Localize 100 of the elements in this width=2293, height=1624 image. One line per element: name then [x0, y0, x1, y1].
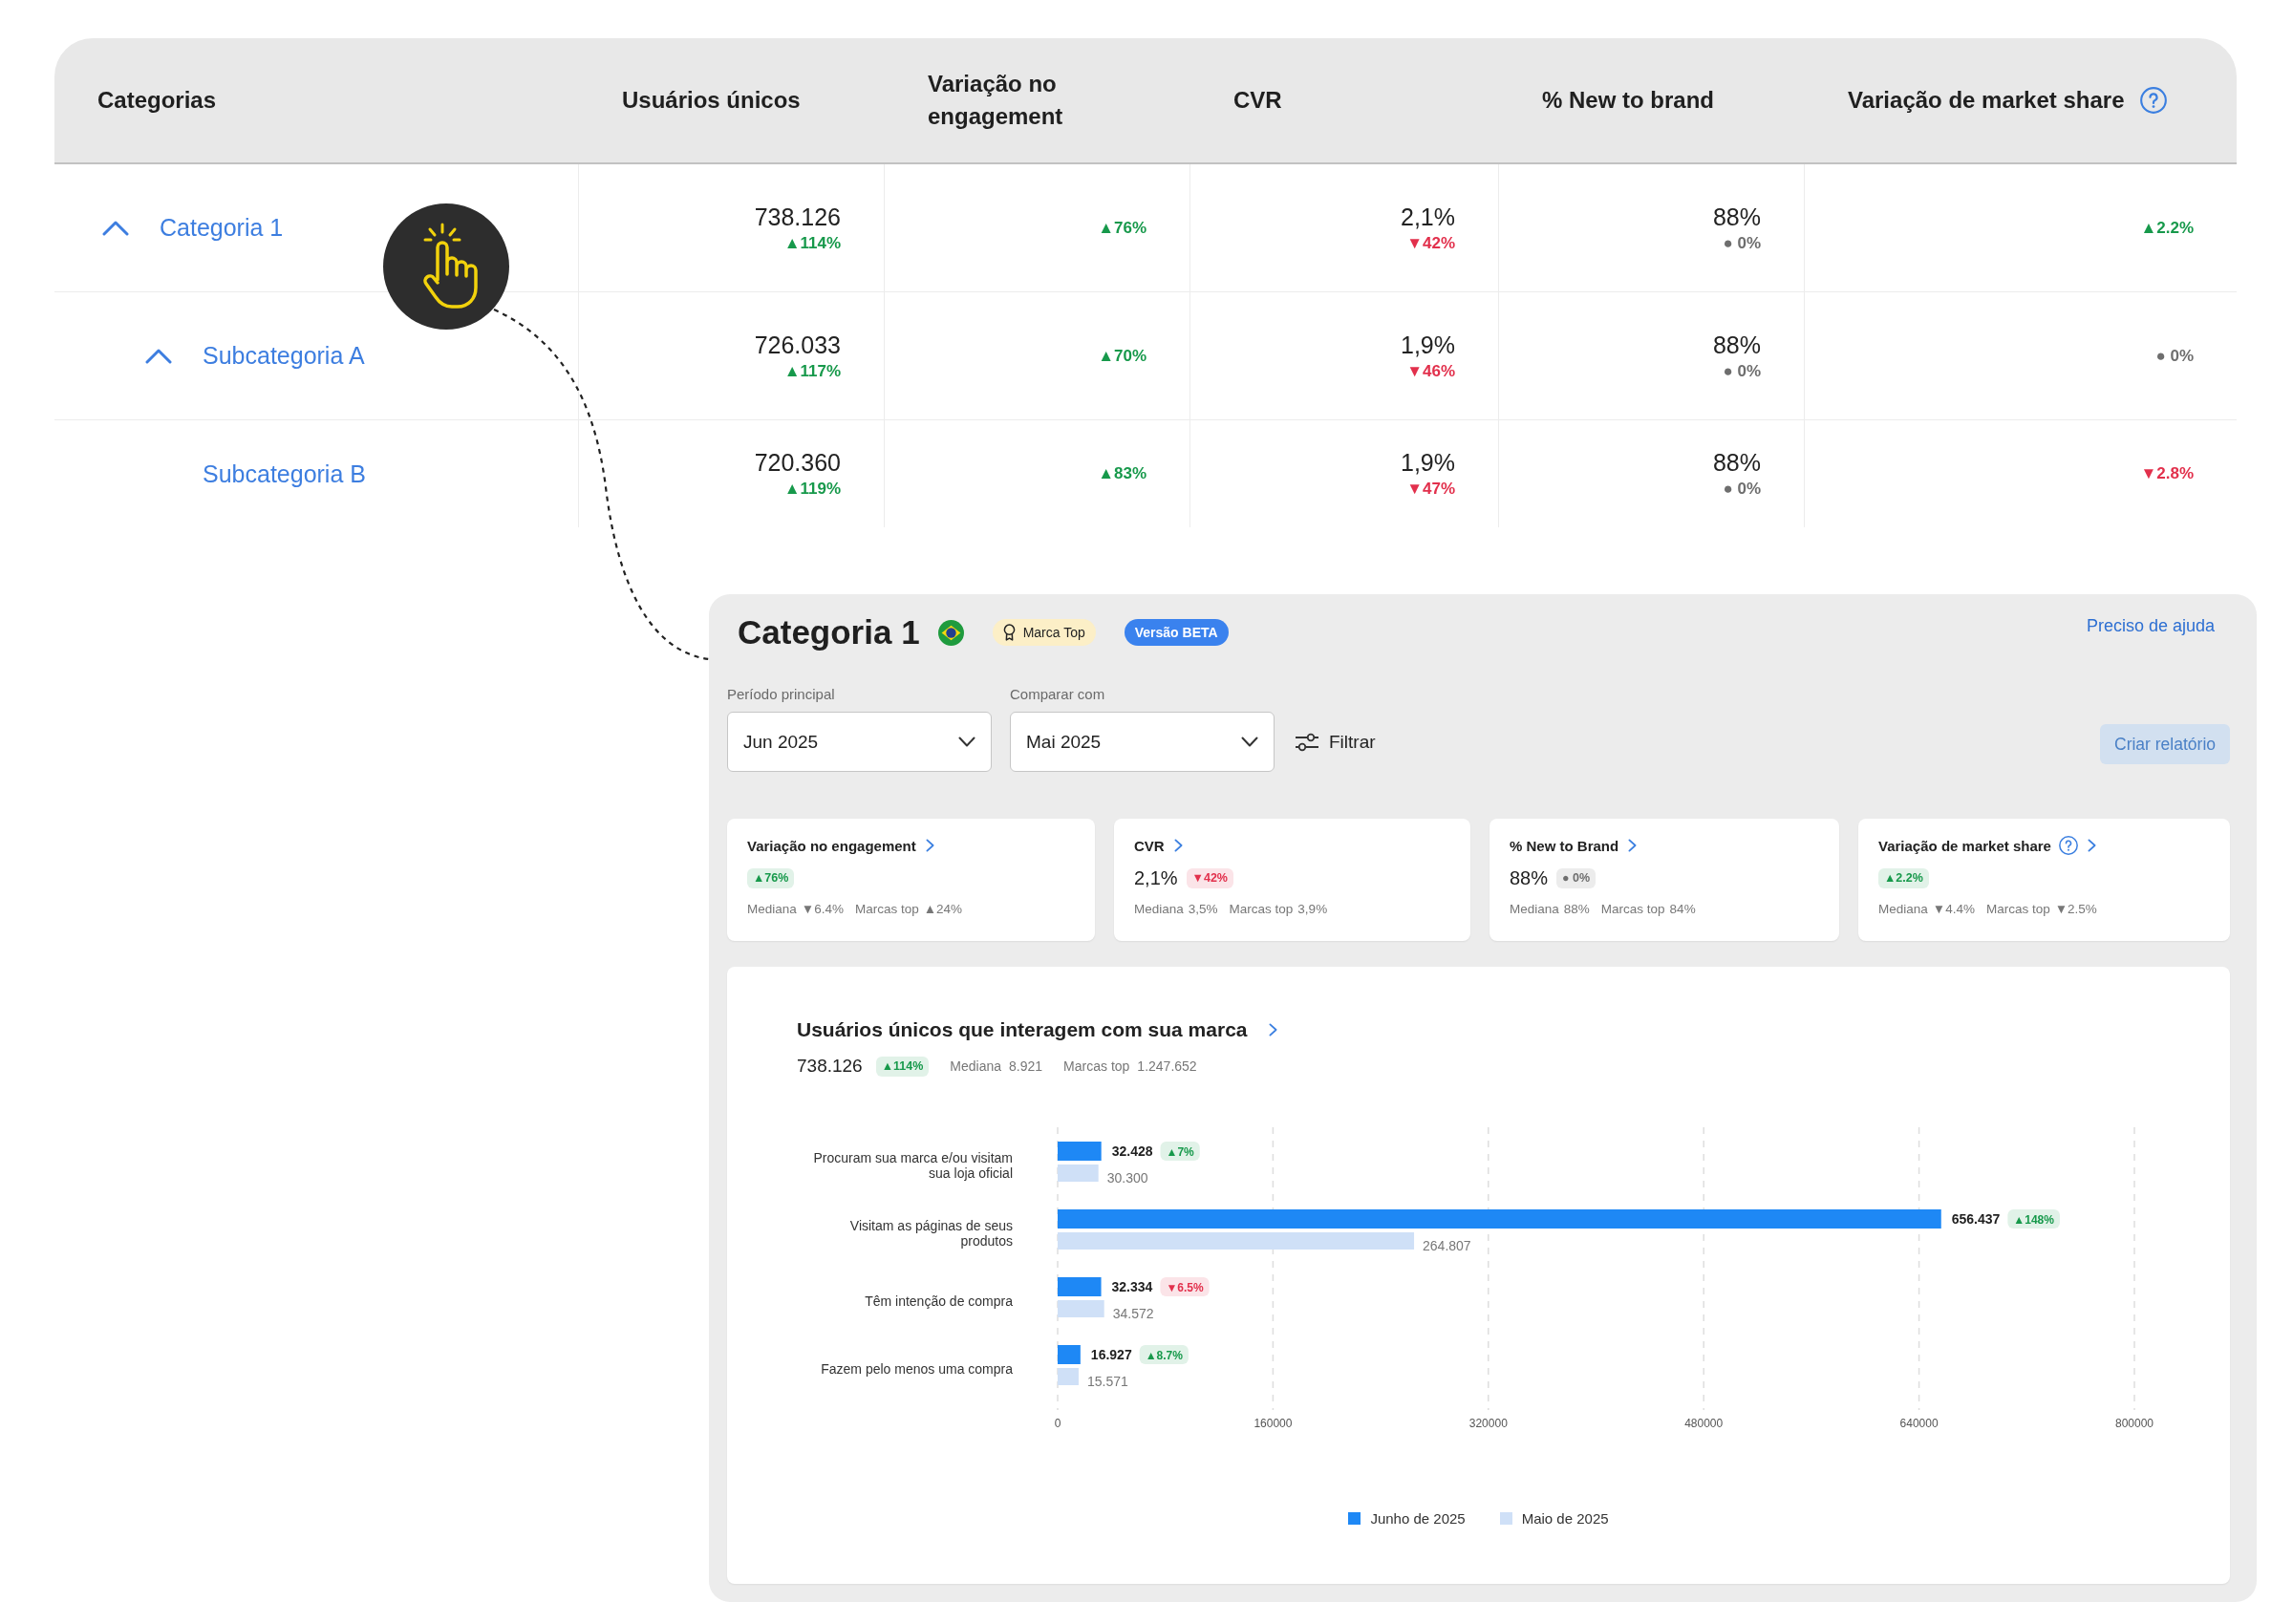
- filter-button[interactable]: Filtrar: [1295, 712, 1376, 772]
- help-icon[interactable]: [2139, 87, 2167, 114]
- flag-icon: [937, 619, 964, 646]
- axis-tick-label: 640000: [1899, 1417, 1939, 1430]
- chart-title: Usuários únicos que interagem com sua marca: [797, 1018, 1248, 1041]
- trend-pill: ▲114%: [875, 1056, 930, 1077]
- chevron-right-icon[interactable]: [1628, 839, 1638, 852]
- category-name[interactable]: Categoria 1: [160, 214, 284, 242]
- metric-value: 88%: [1712, 448, 1761, 478]
- legend-label: Maio de 2025: [1521, 1510, 1609, 1527]
- bar-value-label: 16.927: [1090, 1347, 1132, 1362]
- stat-value: ▼6.4%: [801, 902, 844, 916]
- trend-value: ▲83%: [1098, 463, 1146, 484]
- trend-value: ▲76%: [1098, 217, 1146, 239]
- medal-icon: [1002, 624, 1016, 641]
- pointer-hand-icon: [383, 203, 509, 330]
- summary-value: 738.126: [797, 1056, 863, 1077]
- beta-tag: Versão BETA: [1124, 619, 1229, 646]
- bar-value-label: 15.571: [1086, 1374, 1128, 1389]
- column-header: Variação de market share: [1848, 86, 2125, 116]
- stat-value: 3,9%: [1297, 902, 1328, 916]
- bar-value-label: 34.572: [1112, 1306, 1154, 1321]
- column-header: % New to brand: [1542, 86, 1714, 116]
- category-label: Fazem pelo menos uma compra: [821, 1360, 1013, 1377]
- card-value: 88%: [1510, 866, 1549, 889]
- trend-value: ▼42%: [1406, 232, 1455, 254]
- chevron-down-icon: [1241, 737, 1258, 747]
- create-report-button[interactable]: Criar relatório: [2100, 724, 2230, 764]
- column-header: Variação no engagement: [928, 70, 1064, 131]
- trend-pill: ● 0%: [1556, 867, 1597, 888]
- stat-value: ▲24%: [923, 902, 963, 916]
- chevron-up-icon[interactable]: [102, 220, 129, 236]
- trend-value: ● 0%: [2155, 345, 2194, 367]
- chevron-up-icon[interactable]: [145, 348, 172, 364]
- axis-tick-label: 0: [1054, 1417, 1061, 1430]
- trend-pill: ▲148%: [2007, 1209, 2060, 1229]
- field-label: Comparar com: [1010, 685, 1106, 704]
- stat-label: Mediana: [1510, 902, 1559, 916]
- category-name[interactable]: Subcategoria B: [203, 459, 366, 488]
- chart-bar: [1058, 1165, 1099, 1182]
- chart-bar: [1058, 1142, 1102, 1161]
- chevron-down-icon: [958, 737, 975, 747]
- stat-label: Marcas top: [1229, 902, 1294, 916]
- chart-bar: [1058, 1368, 1079, 1385]
- stat-label: Mediana: [950, 1058, 1002, 1074]
- category-name[interactable]: Subcategoria A: [203, 342, 365, 370]
- tag-label: Marca Top: [1022, 625, 1085, 640]
- trend-pill: ▼42%: [1186, 867, 1233, 888]
- stat-label: Mediana: [747, 902, 797, 916]
- card-value: 2,1%: [1134, 866, 1178, 889]
- help-link[interactable]: Preciso de ajuda: [2086, 616, 2215, 636]
- trend-value: ▼2.8%: [2140, 463, 2194, 484]
- stat-value: 88%: [1563, 902, 1590, 916]
- trend-pill: ▼6.5%: [1160, 1277, 1210, 1296]
- bar-value-label: 32.334: [1111, 1279, 1153, 1294]
- metric-value: 88%: [1712, 202, 1761, 232]
- period-select[interactable]: Mai 2025: [1010, 712, 1275, 772]
- card-title: Variação de market share: [1878, 837, 2051, 854]
- stat-value: 8.921: [1009, 1058, 1043, 1074]
- trend-value: ▼47%: [1406, 479, 1455, 500]
- column-header: CVR: [1233, 86, 1282, 116]
- bar-value-label: 30.300: [1106, 1170, 1148, 1186]
- trend-pill: ▲76%: [747, 867, 795, 888]
- category-label: Têm intenção de compra: [865, 1293, 1013, 1309]
- stat-value: 3,5%: [1188, 902, 1218, 916]
- chevron-right-icon[interactable]: [1173, 839, 1183, 852]
- card-title: CVR: [1134, 837, 1165, 854]
- stat-value: ▼2.5%: [2054, 902, 2097, 916]
- chart-bar: [1058, 1300, 1104, 1317]
- bar-value-label: 264.807: [1423, 1238, 1471, 1253]
- stat-label: Mediana: [1134, 902, 1184, 916]
- legend-label: Junho de 2025: [1370, 1510, 1466, 1527]
- trend-value: ● 0%: [1723, 232, 1761, 254]
- period-select[interactable]: Jun 2025: [727, 712, 992, 772]
- metric-value: 738.126: [754, 202, 841, 232]
- stat-label: Marcas top: [1063, 1058, 1130, 1074]
- metric-value: 88%: [1712, 330, 1761, 360]
- chevron-right-icon[interactable]: [2087, 839, 2096, 852]
- trend-value: ▲119%: [783, 479, 841, 500]
- trend-value: ● 0%: [1723, 479, 1761, 500]
- category-label: Procuram sua marca e/ou visitam sua loja oficial: [812, 1149, 1013, 1181]
- chart-bar: [1058, 1345, 1081, 1364]
- metric-value: 1,9%: [1401, 330, 1455, 360]
- bar-value-label: 32.428: [1111, 1143, 1153, 1159]
- panel-title: Categoria 1: [738, 613, 920, 652]
- trend-value: ▲2.2%: [2140, 217, 2194, 239]
- trend-value: ▲70%: [1098, 345, 1146, 367]
- card-title: Variação no engagement: [747, 837, 916, 854]
- field-label: Período principal: [727, 685, 836, 704]
- metric-value: 2,1%: [1401, 202, 1455, 232]
- chevron-right-icon[interactable]: [925, 839, 934, 852]
- column-header: Usuários únicos: [622, 86, 801, 116]
- sliders-icon: [1295, 732, 1319, 752]
- trend-value: ▼46%: [1406, 360, 1455, 382]
- stat-label: Marcas top: [1985, 902, 2050, 916]
- stat-label: Marcas top: [1600, 902, 1665, 916]
- category-label: Visitam as páginas de seus produtos: [848, 1217, 1013, 1249]
- stat-value: ▼4.4%: [1932, 902, 1975, 916]
- chevron-right-icon[interactable]: [1268, 1023, 1277, 1036]
- help-icon[interactable]: [2058, 836, 2078, 855]
